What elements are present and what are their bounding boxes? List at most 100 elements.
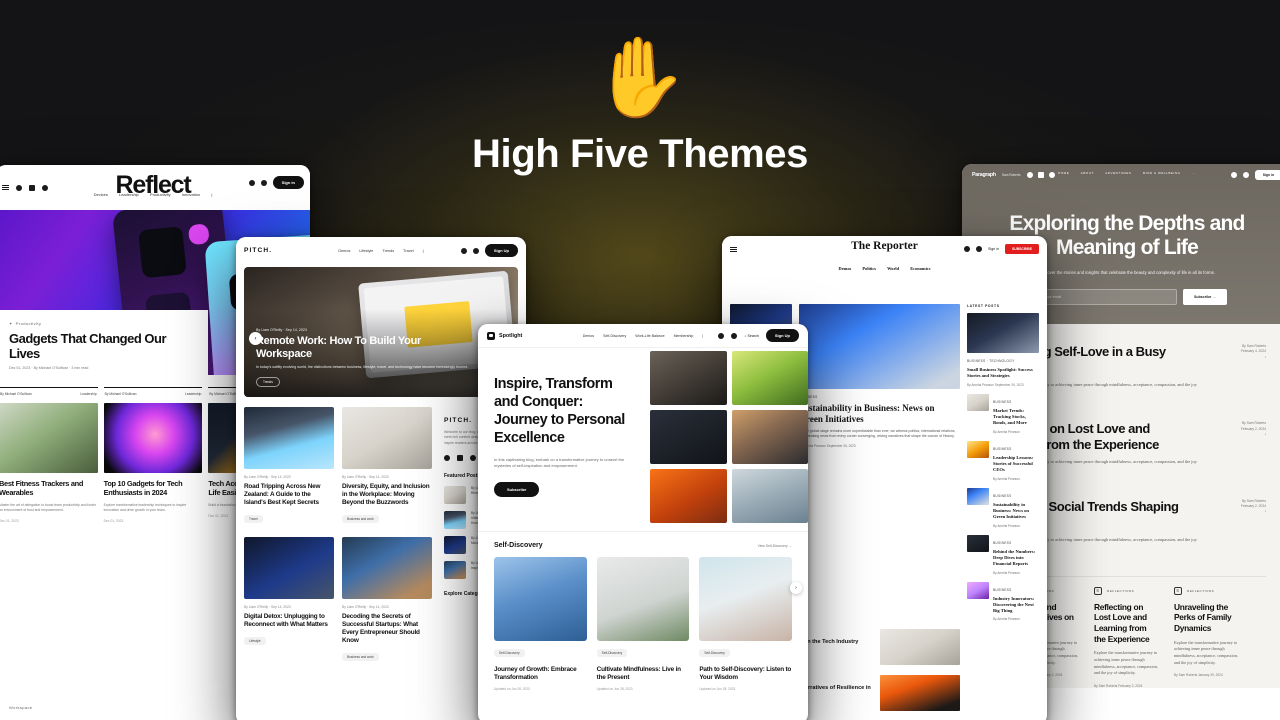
bookmark-icon[interactable]: ⬩ bbox=[1214, 509, 1266, 514]
card-item[interactable]: By Michael O'Sullivan Leadership Best Fit… bbox=[0, 387, 98, 523]
lead-title[interactable]: Sustainability in Business: News on Gree… bbox=[799, 403, 960, 425]
card-item[interactable]: By Michael O'Sullivan Leadership Top 10 G… bbox=[103, 387, 203, 523]
reporter-nav[interactable]: Demos Politics World Economics bbox=[722, 266, 1047, 271]
nav-more[interactable]: ... bbox=[1192, 171, 1196, 175]
card-item[interactable]: By Liam O'Reilly · Sep 14, 2023 Road Tri… bbox=[244, 407, 334, 525]
reflect-nav[interactable]: Devices Leadership Productivity Innovati… bbox=[0, 192, 310, 197]
nav-item[interactable]: World bbox=[887, 266, 899, 271]
card-tag[interactable]: Self-Discovery bbox=[494, 649, 525, 657]
nav-item[interactable]: Economics bbox=[910, 266, 930, 271]
nav-item[interactable]: Productivity bbox=[150, 192, 171, 197]
nav-item[interactable]: Self-Discovery bbox=[603, 334, 626, 338]
nav-item[interactable]: ADVENTURES bbox=[1105, 171, 1131, 175]
card-title[interactable]: Diversity, Equity, and Inclusion in the … bbox=[342, 483, 432, 507]
nav-item[interactable]: HOME bbox=[1058, 171, 1069, 175]
nav-item[interactable]: Membership bbox=[674, 334, 694, 338]
card-tag[interactable]: Lifestyle bbox=[244, 637, 266, 645]
instagram-icon[interactable] bbox=[470, 455, 476, 462]
card-title[interactable]: Reflecting on Lost Love and Learning fro… bbox=[1094, 602, 1160, 644]
item-title[interactable]: Industry Innovators: Discovering the Nex… bbox=[993, 596, 1039, 614]
nav-item[interactable]: Politics bbox=[862, 266, 876, 271]
card-title[interactable]: Best Fitness Trackers and Wearables bbox=[0, 479, 98, 498]
card-tag[interactable]: Self-Discovery bbox=[699, 649, 730, 657]
nav-item[interactable]: MIND & WELLBEING bbox=[1143, 171, 1181, 175]
latest-item[interactable]: BUSINESS Behind the Numbers: Deep Dives … bbox=[967, 534, 1039, 575]
x-icon[interactable] bbox=[457, 455, 463, 462]
card-excerpt: Explore the transformative journey to ac… bbox=[1094, 650, 1158, 676]
spotlight-nav[interactable]: Demos Self-Discovery Work-Life Balance M… bbox=[478, 334, 808, 338]
moon-icon[interactable] bbox=[248, 179, 255, 186]
card-title[interactable]: Cultivate Mindfulness: Live in the Prese… bbox=[597, 666, 690, 682]
card-title[interactable]: Top 10 Gadgets for Tech Enthusiasts in 2… bbox=[104, 479, 203, 498]
card-title[interactable]: Road Tripping Across New Zealand: A Guid… bbox=[244, 483, 334, 507]
latest-heading: LATEST POSTS bbox=[967, 304, 1000, 308]
subscribe-button[interactable]: Subscribe bbox=[494, 481, 540, 497]
nav-item[interactable]: Demos bbox=[839, 266, 852, 271]
latest-item[interactable]: BUSINESS Market Trends: Tracking Stocks,… bbox=[967, 393, 1039, 434]
reflect-featured-card[interactable]: ✦ Productivity Gadgets That Changed Our … bbox=[0, 310, 208, 384]
pitch-hero[interactable]: ‹ By Liam O'Reilly · Sep 14, 2023 Remote… bbox=[244, 267, 518, 397]
subscribe-button[interactable]: Subscribe → bbox=[1183, 288, 1227, 305]
card-title[interactable]: Path to Self-Discovery: Listen to Your W… bbox=[699, 666, 792, 682]
card-item[interactable]: Self-Discovery Path to Self-Discovery: L… bbox=[699, 557, 793, 691]
latest-item[interactable]: BUSINESS Sustainability in Business: New… bbox=[967, 487, 1039, 528]
card-item[interactable]: Self-Discovery Journey of Growth: Embrac… bbox=[494, 557, 587, 691]
nav-item[interactable]: Devices bbox=[94, 192, 108, 197]
facebook-icon[interactable] bbox=[444, 455, 450, 462]
reflect-footer-card[interactable]: Workspace bbox=[0, 697, 208, 720]
hero-title[interactable]: Remote Work: How To Build Your Workspace bbox=[256, 335, 478, 361]
paragraph-nav[interactable]: HOME ABOUT ADVENTURES MIND & WELLBEING .… bbox=[962, 171, 1280, 175]
card-tag[interactable]: Self-Discovery bbox=[596, 649, 628, 657]
card-item[interactable]: By Liam O'Reilly · Sep 14, 2023 Digital … bbox=[244, 537, 334, 663]
card-tag[interactable]: Business and work bbox=[342, 653, 379, 661]
theme-preview-spotlight[interactable]: Spotlight Demos Self-Discovery Work-Life… bbox=[478, 324, 808, 720]
nav-item[interactable]: ABOUT bbox=[1081, 171, 1094, 175]
bottom-card[interactable]: R REFLECTIONS Reflecting on Lost Love an… bbox=[1094, 586, 1160, 688]
card-tag[interactable]: Business and work bbox=[342, 515, 379, 523]
card-category[interactable]: Leadership bbox=[80, 392, 96, 396]
email-input[interactable]: Enter your email bbox=[1027, 288, 1178, 305]
card-category[interactable]: Leadership bbox=[185, 392, 201, 396]
hero-tag[interactable]: Trends bbox=[256, 377, 280, 387]
nav-item[interactable]: Innovation bbox=[182, 192, 200, 197]
latest-item[interactable]: BUSINESS Leadership Lessons: Stories of … bbox=[967, 440, 1039, 481]
nav-item[interactable]: Work-Life Balance bbox=[635, 334, 664, 338]
nav-item[interactable]: Leadership bbox=[119, 192, 139, 197]
carousel-next-button[interactable]: › bbox=[790, 582, 802, 594]
card-title[interactable]: Journey of Growth: Embrace Transformatio… bbox=[494, 666, 587, 682]
nav-item[interactable]: Trends bbox=[382, 249, 394, 253]
signin-button[interactable]: Sign in bbox=[272, 176, 304, 189]
card-item[interactable]: Self-Discovery Cultivate Mindfulness: Li… bbox=[596, 557, 690, 691]
reflect-header-actions[interactable]: Sign in bbox=[248, 176, 304, 189]
bookmark-icon[interactable]: ⬩ bbox=[1214, 432, 1266, 437]
nav-item[interactable]: Demos bbox=[338, 249, 350, 253]
pitch-nav[interactable]: Demos Lifestyle Trends Travel | bbox=[236, 249, 526, 253]
latest-item[interactable]: BUSINESS Industry Innovators: Discoverin… bbox=[967, 581, 1039, 621]
item-title[interactable]: Market Trends: Tracking Stocks, Bonds, a… bbox=[993, 408, 1039, 426]
card-item[interactable]: By Liam O'Reilly · Sep 14, 2023 Diversit… bbox=[342, 407, 432, 525]
hero-block: ✋ High Five Themes bbox=[0, 38, 1280, 177]
card-item[interactable]: By Liam O'Reilly · Sep 14, 2023 Decoding… bbox=[342, 537, 432, 663]
card-title[interactable]: Digital Detox: Unplugging to Reconnect w… bbox=[244, 613, 334, 629]
card-title[interactable]: Decoding the Secrets of Successful Start… bbox=[342, 613, 432, 645]
bottom-card[interactable]: R REFLECTIONS Unraveling the Perks of Fa… bbox=[1174, 586, 1240, 688]
bookmark-icon[interactable]: ⬩ bbox=[1214, 355, 1266, 360]
search-icon[interactable] bbox=[260, 179, 267, 186]
card-kicker: ✦ Productivity bbox=[9, 321, 42, 326]
nav-item[interactable]: Lifestyle bbox=[359, 249, 373, 253]
item-title[interactable]: Behind the Numbers: Deep Dives into Fina… bbox=[993, 549, 1039, 567]
reporter-logo[interactable]: The Reporter bbox=[722, 240, 1047, 252]
mosaic-tile bbox=[650, 469, 727, 523]
card-title[interactable]: Unraveling the Perks of Family Dynamics bbox=[1174, 602, 1240, 634]
nav-item[interactable]: Travel bbox=[403, 249, 413, 253]
section-link[interactable]: View Self-Discovery → bbox=[758, 544, 792, 548]
nav-item[interactable]: Demos bbox=[583, 334, 594, 338]
item-byline: By Amelia Pearson bbox=[993, 570, 1020, 575]
latest-title[interactable]: Small Business Spotlight: Success Storie… bbox=[967, 367, 1039, 379]
card-title[interactable]: Gadgets That Changed Our Lives bbox=[9, 331, 195, 361]
reporter-lead-story[interactable]: BUSINESS Sustainability in Business: New… bbox=[799, 304, 960, 621]
card-tag[interactable]: Travel bbox=[244, 515, 263, 523]
item-title[interactable]: Sustainability in Business: News on Gree… bbox=[993, 502, 1039, 520]
item-title[interactable]: Leadership Lessons: Stories of Successfu… bbox=[993, 455, 1039, 473]
mosaic-tile bbox=[731, 351, 808, 405]
